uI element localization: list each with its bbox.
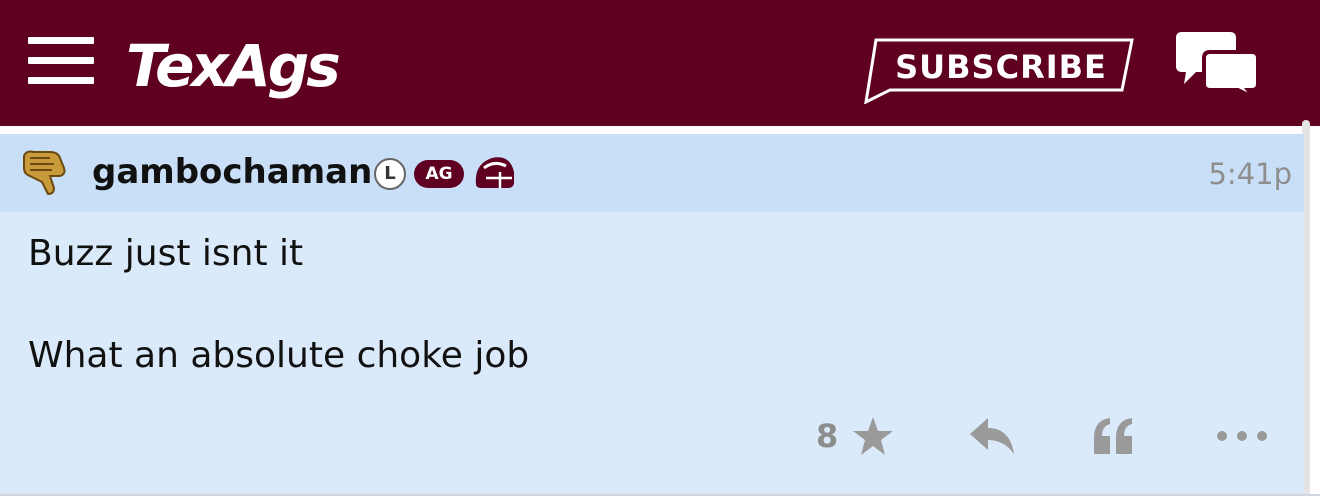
top-nav-bar: TexAgs SUBSCRIBE	[0, 0, 1320, 126]
forum-post: gambochaman L AG 5:41p Buzz just isnt it…	[0, 134, 1304, 494]
post-divider	[0, 494, 1320, 496]
subscribe-label: SUBSCRIBE	[895, 48, 1107, 86]
subscribe-button[interactable]: SUBSCRIBE	[864, 38, 1136, 104]
more-dots-icon[interactable]	[1214, 428, 1270, 448]
reply-arrow-icon[interactable]	[968, 416, 1016, 460]
thumbs-down-avatar-icon[interactable]	[20, 148, 70, 196]
like-count: 8	[816, 417, 839, 455]
ag-badge: AG	[414, 160, 464, 188]
star-icon	[852, 416, 894, 460]
post-timestamp: 5:41p	[1208, 157, 1292, 191]
helmet-icon	[472, 154, 516, 192]
hamburger-menu-icon[interactable]	[28, 37, 94, 85]
post-body-line-1: Buzz just isnt it	[28, 233, 304, 274]
quote-icon[interactable]	[1092, 416, 1136, 460]
post-username[interactable]: gambochaman	[92, 150, 372, 194]
texags-logo[interactable]: TexAgs	[126, 26, 341, 106]
lifetime-badge: L	[374, 158, 406, 190]
post-body-line-2: What an absolute choke job	[28, 335, 530, 376]
chat-bubbles-icon[interactable]	[1174, 30, 1262, 100]
post-header: gambochaman L AG 5:41p	[0, 134, 1304, 212]
